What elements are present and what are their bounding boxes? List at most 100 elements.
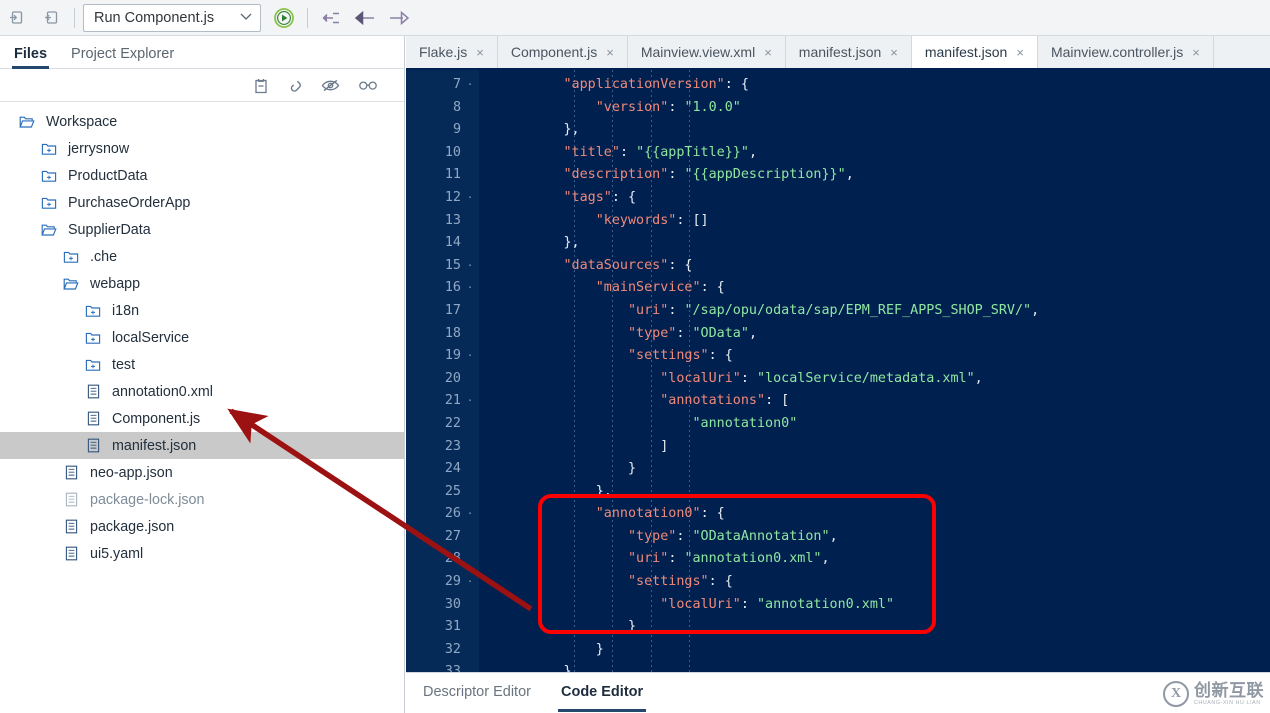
code-token: "annotation0"	[595, 506, 701, 522]
tree-item-jerrysnow[interactable]: jerrysnow	[0, 135, 404, 162]
code-text: }	[479, 616, 636, 639]
code-token: :	[668, 167, 685, 183]
close-icon[interactable]: ×	[1016, 45, 1024, 60]
code-token: "type"	[628, 528, 677, 544]
fold-marker	[461, 481, 479, 504]
tree-item-ui5-yaml[interactable]: ui5.yaml	[0, 540, 404, 567]
fold-marker[interactable]: ·	[461, 277, 479, 300]
editor-tab-label: manifest.json	[924, 44, 1008, 60]
tab-files-label: Files	[14, 46, 48, 62]
editor-tab-mainview-controller-js[interactable]: Mainview.controller.js ×	[1037, 36, 1214, 68]
close-icon[interactable]: ×	[476, 45, 484, 60]
tree-item-workspace[interactable]: Workspace	[0, 108, 404, 135]
code-line: 21 · "annotations": [	[406, 390, 1270, 413]
code-token: "keywords"	[595, 212, 677, 228]
fold-marker[interactable]: ·	[461, 390, 479, 413]
code-token: "{{appDescription}}"	[684, 167, 846, 183]
code-token: },	[595, 483, 612, 499]
tree-item-localservice[interactable]: localService	[0, 324, 404, 351]
tab-project-explorer[interactable]: Project Explorer	[71, 46, 174, 68]
tree-item-label: ui5.yaml	[90, 545, 144, 562]
run-button[interactable]	[267, 1, 301, 35]
tree-item-label: package-lock.json	[90, 491, 205, 508]
code-token: }	[563, 664, 572, 672]
tab-files[interactable]: Files	[11, 46, 50, 69]
line-number: 12	[444, 189, 461, 205]
fold-marker	[461, 300, 479, 323]
tree-item-label: annotation0.xml	[112, 383, 213, 400]
tab-project-explorer-label: Project Explorer	[71, 46, 175, 62]
close-icon[interactable]: ×	[890, 45, 898, 60]
back-arrow-icon[interactable]	[348, 1, 382, 35]
code-token: :	[676, 325, 693, 341]
tree-item-purchaseorderapp[interactable]: PurchaseOrderApp	[0, 189, 404, 216]
code-line: 15 · "dataSources": {	[406, 255, 1270, 278]
fold-marker[interactable]: ·	[461, 74, 479, 97]
forward-arrow-icon[interactable]	[382, 1, 416, 35]
fold-marker	[461, 97, 479, 120]
editor-tab-component-js[interactable]: Component.js ×	[497, 36, 628, 68]
close-icon[interactable]: ×	[764, 45, 772, 60]
tree-item-package-json[interactable]: package.json	[0, 513, 404, 540]
folder-open-icon	[18, 115, 36, 129]
filter-glasses-icon[interactable]	[358, 78, 378, 92]
file-icon	[84, 411, 102, 426]
watermark-subtitle: CHUANG-XIN HU LIAN	[1194, 699, 1261, 706]
fold-marker[interactable]: ·	[461, 571, 479, 594]
toolbar-divider-2	[307, 7, 308, 28]
fold-marker	[461, 548, 479, 571]
tree-item-che[interactable]: .che	[0, 243, 404, 270]
tree-item-label: jerrysnow	[68, 140, 130, 157]
tree-item-webapp[interactable]: webapp	[0, 270, 404, 297]
folder-closed-icon	[62, 250, 80, 264]
close-icon[interactable]: ×	[1192, 45, 1200, 60]
import-icon[interactable]	[0, 1, 34, 35]
tree-item-productdata[interactable]: ProductData	[0, 162, 404, 189]
fold-marker[interactable]: ·	[461, 345, 479, 368]
code-text: "type": "ODataAnnotation",	[479, 526, 838, 549]
fold-marker[interactable]: ·	[461, 187, 479, 210]
export-icon[interactable]	[34, 1, 68, 35]
line-number: 10	[444, 144, 461, 160]
editor-tab-flake-js[interactable]: Flake.js ×	[406, 36, 498, 68]
tree-item-test[interactable]: test	[0, 351, 404, 378]
line-number: 28	[444, 551, 461, 567]
code-text: "dataSources": {	[479, 255, 693, 278]
link-icon[interactable]	[287, 77, 303, 94]
code-line: 17 "uri": "/sap/opu/odata/sap/EPM_REF_AP…	[406, 300, 1270, 323]
editor-tab-label: Mainview.view.xml	[640, 44, 756, 60]
code-view[interactable]: 7 · "applicationVersion": {8 "version": "…	[406, 70, 1270, 672]
tab-descriptor-editor[interactable]: Descriptor Editor	[423, 684, 531, 703]
line-number: 31	[444, 619, 461, 635]
editor-tab-manifest-json[interactable]: manifest.json ×	[785, 36, 912, 68]
fold-marker[interactable]: ·	[461, 255, 479, 278]
code-line: 31 }	[406, 616, 1270, 639]
new-file-icon[interactable]	[253, 77, 269, 94]
tree-item-i18n[interactable]: i18n	[0, 297, 404, 324]
code-token: "/sap/opu/odata/sap/EPM_REF_APPS_SHOP_SR…	[684, 302, 1032, 318]
code-line: 8 "version": "1.0.0"	[406, 97, 1270, 120]
tree-item-supplierdata[interactable]: SupplierData	[0, 216, 404, 243]
line-number: 25	[444, 483, 461, 499]
code-token: ,	[748, 144, 757, 160]
code-line: 13 "keywords": []	[406, 210, 1270, 233]
step-into-icon[interactable]	[314, 1, 348, 35]
tree-item-annotation0-xml[interactable]: annotation0.xml	[0, 378, 404, 405]
code-token: "settings"	[628, 574, 709, 590]
tree-item-component-js[interactable]: Component.js	[0, 405, 404, 432]
tree-item-label: ProductData	[68, 167, 148, 184]
tab-code-editor[interactable]: Code Editor	[557, 684, 647, 712]
tree-item-manifest-json[interactable]: manifest.json	[0, 432, 404, 459]
fold-marker[interactable]: ·	[461, 503, 479, 526]
run-configuration-select[interactable]: Run Component.js	[83, 3, 261, 32]
tree-item-package-lock-json[interactable]: package-lock.json	[0, 486, 404, 513]
code-token: "type"	[628, 325, 677, 341]
hidden-files-icon[interactable]	[321, 77, 340, 94]
tree-item-neo-app-json[interactable]: neo-app.json	[0, 459, 404, 486]
close-icon[interactable]: ×	[606, 45, 614, 60]
editor-tab-manifest-json[interactable]: manifest.json ×	[911, 36, 1038, 68]
tree-item-label: Workspace	[46, 113, 118, 130]
editor-tab-mainview-view-xml[interactable]: Mainview.view.xml ×	[627, 36, 786, 68]
tree-item-label: webapp	[90, 275, 141, 292]
code-line: 29 · "settings": {	[406, 571, 1270, 594]
